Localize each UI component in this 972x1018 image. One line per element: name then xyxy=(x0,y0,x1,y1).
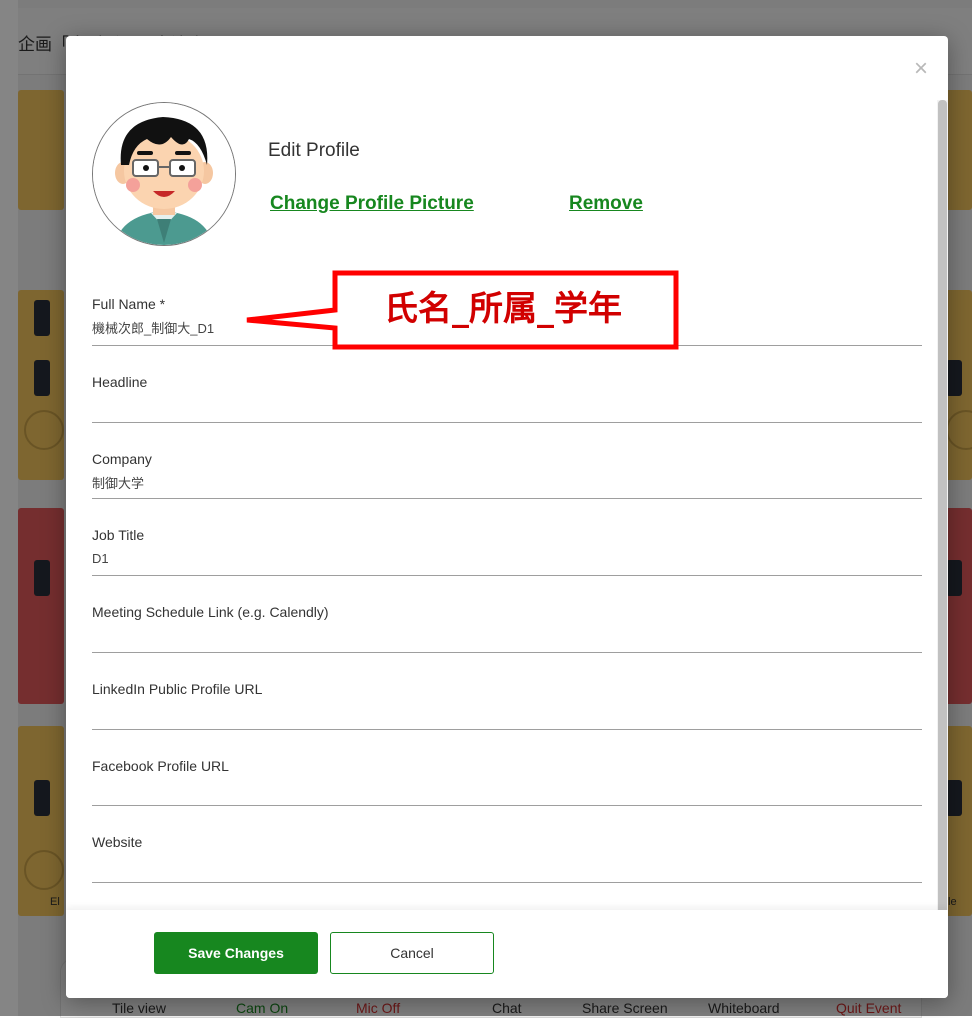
cancel-button[interactable]: Cancel xyxy=(330,932,494,974)
modal-footer: Save Changes Cancel xyxy=(66,910,948,998)
remove-picture-link[interactable]: Remove xyxy=(569,193,643,215)
job-title-value[interactable]: D1 xyxy=(92,551,109,566)
meeting-link-field[interactable]: Meeting Schedule Link (e.g. Calendly) xyxy=(92,604,922,653)
meeting-link-label: Meeting Schedule Link (e.g. Calendly) xyxy=(92,604,329,620)
edit-profile-modal: × Edit Profile Change Profile Picture Re… xyxy=(66,36,948,998)
company-label: Company xyxy=(92,451,152,467)
linkedin-field[interactable]: LinkedIn Public Profile URL xyxy=(92,681,922,730)
job-title-label: Job Title xyxy=(92,527,145,543)
callout-label: 氏名_所属_学年 xyxy=(384,289,622,329)
profile-avatar xyxy=(92,102,236,246)
close-icon[interactable]: × xyxy=(910,57,932,81)
avatar-illustration xyxy=(93,103,235,245)
website-field[interactable]: Website xyxy=(92,834,922,883)
company-field[interactable]: Company 制御大学 xyxy=(92,451,922,499)
website-label: Website xyxy=(92,834,143,850)
job-title-field[interactable]: Job Title D1 xyxy=(92,527,922,576)
facebook-field[interactable]: Facebook Profile URL xyxy=(92,758,922,806)
full-name-label: Full Name * xyxy=(92,296,166,312)
linkedin-label: LinkedIn Public Profile URL xyxy=(92,681,263,697)
save-changes-button[interactable]: Save Changes xyxy=(154,932,318,974)
headline-field[interactable]: Headline xyxy=(92,374,922,423)
scrollbar[interactable] xyxy=(937,100,948,946)
full-name-value[interactable]: 機械次郎_制御大_D1 xyxy=(92,318,214,337)
company-value[interactable]: 制御大学 xyxy=(92,473,144,492)
modal-title: Edit Profile xyxy=(268,140,360,161)
scrollbar-thumb[interactable] xyxy=(938,100,947,946)
headline-label: Headline xyxy=(92,374,148,390)
change-profile-picture-link[interactable]: Change Profile Picture xyxy=(270,193,474,215)
facebook-label: Facebook Profile URL xyxy=(92,758,229,774)
